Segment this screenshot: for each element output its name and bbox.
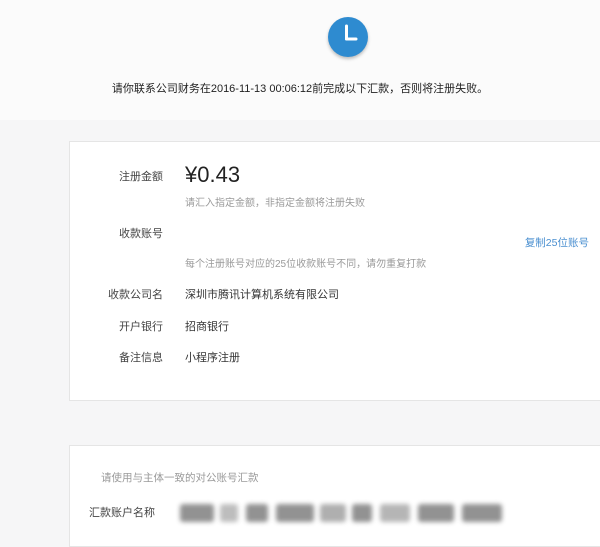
company-value: 深圳市腾讯计算机系统有限公司 xyxy=(185,289,339,301)
bank-label: 开户银行 xyxy=(119,321,163,333)
copy-account-link[interactable]: 复制25位账号 xyxy=(525,235,589,250)
account-hint: 每个注册账号对应的25位收款账号不同，请勿重复打款 xyxy=(185,259,427,270)
amount-value: ¥0.43 xyxy=(185,162,241,187)
bank-value: 招商银行 xyxy=(185,321,229,333)
company-label: 收款公司名 xyxy=(108,289,163,301)
sender-info-card: 请使用与主体一致的对公账号汇款 汇款账户名称 xyxy=(69,445,600,547)
account-label: 收款账号 xyxy=(119,228,163,240)
memo-value: 小程序注册 xyxy=(185,352,240,364)
amount-label: 注册金额 xyxy=(119,171,163,183)
sender-name-redacted xyxy=(180,500,520,526)
sender-tip: 请使用与主体一致的对公账号汇款 xyxy=(101,472,259,484)
payment-info-card: 注册金额 ¥0.43 请汇入指定金额，非指定金额将注册失败 收款账号 复制25位… xyxy=(69,141,600,401)
clock-icon xyxy=(328,17,368,57)
deadline-notice: 请你联系公司财务在2016-11-13 00:06:12前完成以下汇款，否则将注… xyxy=(111,83,489,95)
memo-label: 备注信息 xyxy=(119,352,163,364)
sender-name-label: 汇款账户名称 xyxy=(89,507,155,519)
header-area: 请你联系公司财务在2016-11-13 00:06:12前完成以下汇款，否则将注… xyxy=(0,0,600,120)
amount-hint: 请汇入指定金额，非指定金额将注册失败 xyxy=(185,198,365,209)
